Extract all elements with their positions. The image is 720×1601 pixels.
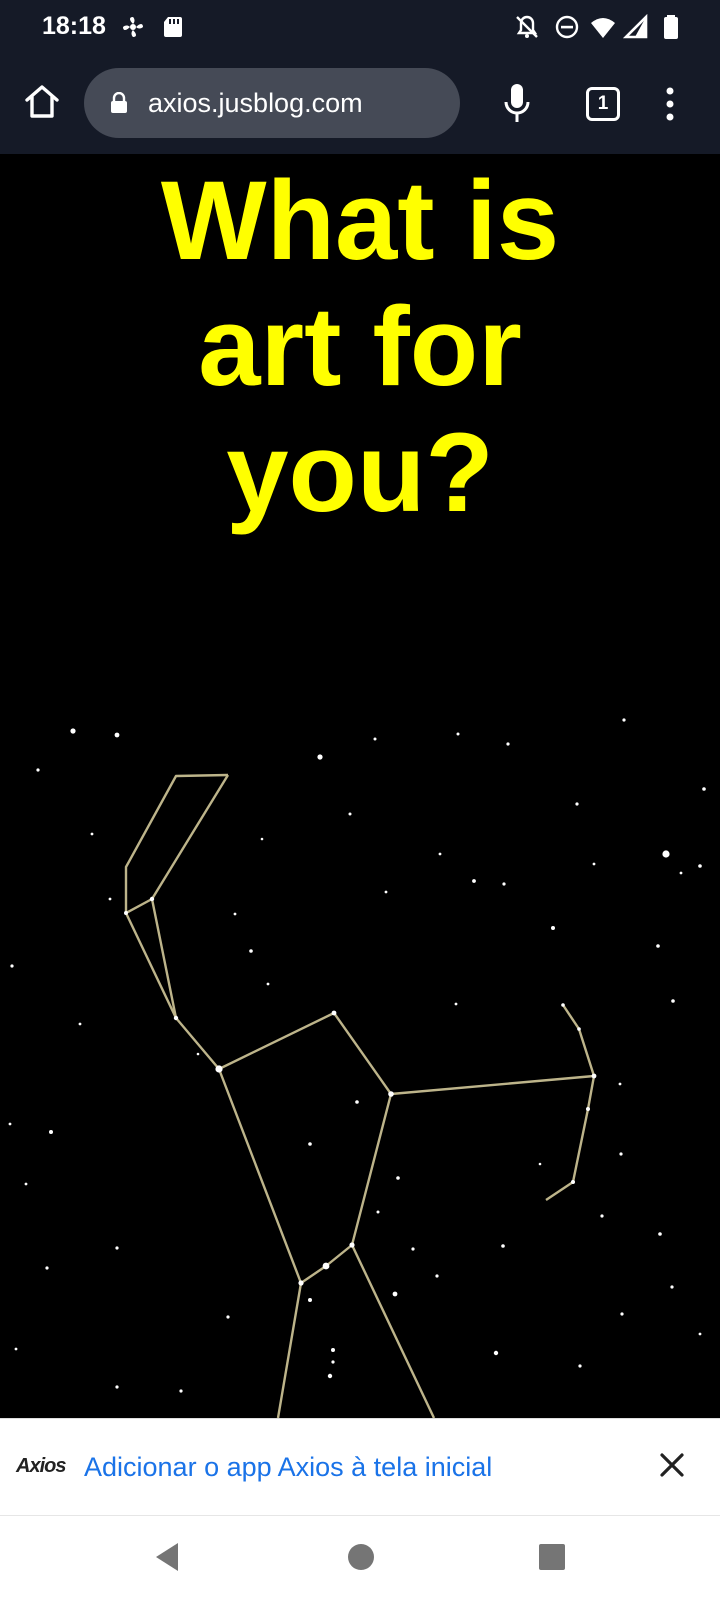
page-headline: What is art for you? xyxy=(0,158,720,536)
headline-line: What is xyxy=(160,158,560,283)
url-text: axios.jusblog.com xyxy=(148,88,363,118)
axios-logo: Axios xyxy=(16,1455,66,1477)
wifi-icon xyxy=(591,18,615,38)
back-icon[interactable] xyxy=(150,1540,184,1574)
battery-icon xyxy=(664,15,678,39)
add-to-home-screen-link[interactable]: Adicionar o app Axios à tela inicial xyxy=(84,1452,492,1483)
browser-toolbar: axios.jusblog.com 1 xyxy=(0,56,720,154)
microphone-icon[interactable] xyxy=(502,82,532,124)
do-not-disturb-icon xyxy=(555,15,579,39)
headline-line: you? xyxy=(226,410,494,535)
sd-card-icon xyxy=(164,17,182,37)
constellation-lines xyxy=(124,773,596,1418)
install-app-banner: Axios Adicionar o app Axios à tela inici… xyxy=(0,1418,720,1515)
headline-line: art for xyxy=(198,284,522,409)
background-stars xyxy=(8,718,706,1393)
tab-switcher-button[interactable]: 1 xyxy=(586,87,620,121)
status-bar: 18:18 xyxy=(0,0,720,56)
fan-icon xyxy=(123,17,143,37)
lock-icon xyxy=(111,92,127,113)
home-icon[interactable] xyxy=(22,82,62,122)
close-icon[interactable] xyxy=(656,1449,688,1481)
home-circle-icon[interactable] xyxy=(344,1540,378,1574)
recents-icon[interactable] xyxy=(535,1540,569,1574)
status-time: 18:18 xyxy=(42,12,106,40)
signal-icon xyxy=(623,14,648,39)
system-navigation-bar xyxy=(0,1515,720,1601)
constellation-stars xyxy=(124,896,597,1286)
notifications-off-icon xyxy=(516,15,538,38)
address-bar[interactable]: axios.jusblog.com xyxy=(84,68,460,138)
web-page-content: What is art for you? xyxy=(0,154,720,1418)
more-options-icon[interactable] xyxy=(660,84,680,124)
